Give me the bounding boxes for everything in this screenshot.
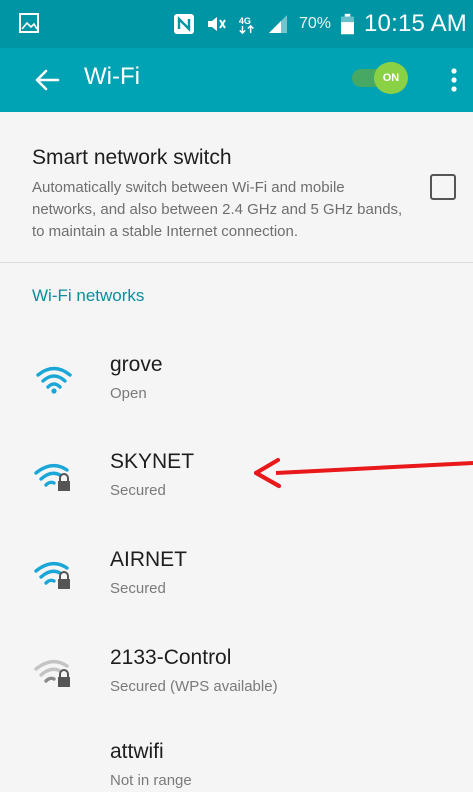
data-4g-icon: 4G [239, 16, 254, 35]
smart-network-switch-row[interactable]: Smart network switch Automatically switc… [0, 112, 473, 262]
status-bar: 4G 70% 10:15 AM [0, 0, 473, 48]
more-options-icon[interactable] [442, 64, 466, 96]
network-name: grove [110, 353, 163, 376]
network-item-attwifi[interactable]: attwifi Not in range [0, 722, 473, 792]
wifi-master-toggle[interactable]: ON [352, 60, 408, 94]
wifi-secured-icon [34, 464, 70, 491]
network-name: SKYNET [110, 450, 195, 473]
smart-network-switch-title: Smart network switch [32, 146, 232, 169]
page-title: Wi-Fi [84, 63, 140, 90]
network-item-2133-control[interactable]: 2133-Control Secured (WPS available) [0, 628, 473, 724]
network-item-airnet[interactable]: AIRNET Secured [0, 530, 473, 626]
wifi-secured-icon [34, 562, 70, 589]
smart-network-switch-description: Automatically switch between Wi-Fi and m… [32, 179, 403, 240]
network-status: Open [110, 385, 147, 402]
network-name: attwifi [110, 740, 164, 763]
svg-text:4G: 4G [239, 16, 251, 26]
network-name: AIRNET [110, 548, 188, 571]
battery-icon [340, 13, 354, 35]
network-status: Not in range [110, 772, 192, 789]
network-status: Secured (WPS available) [110, 678, 278, 695]
divider [0, 262, 473, 263]
network-status: Secured [110, 580, 166, 597]
mute-icon [207, 17, 226, 31]
annotation-arrow-icon [254, 457, 473, 489]
nfc-icon [173, 14, 194, 34]
network-item-grove[interactable]: grove Open [0, 335, 473, 431]
cell-signal-icon [268, 15, 287, 33]
wifi-networks-header: Wi-Fi networks [32, 286, 145, 305]
wifi-signal-icon [36, 366, 72, 394]
clock: 10:15 AM [363, 10, 467, 37]
network-status: Secured [110, 482, 166, 499]
toggle-knob: ON [374, 62, 408, 94]
battery-percent: 70% [298, 15, 331, 32]
smart-network-switch-checkbox[interactable] [430, 174, 456, 200]
back-arrow-icon[interactable] [32, 62, 64, 98]
app-bar: Wi-Fi ON [0, 48, 473, 112]
wifi-secured-weak-icon [34, 660, 70, 687]
network-name: 2133-Control [110, 646, 232, 669]
gallery-notification-icon [19, 13, 39, 33]
toggle-label: ON [382, 72, 400, 84]
status-icons: 4G 70% 10:15 AM [173, 0, 467, 48]
